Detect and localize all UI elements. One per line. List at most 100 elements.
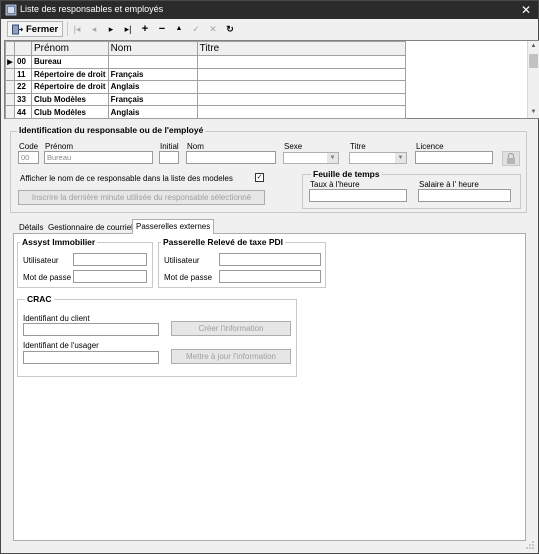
lock-button[interactable] [502, 151, 520, 166]
chevron-down-icon: ▼ [395, 153, 406, 163]
pdi-group-title: Passerelle Relevé de taxe PDI [161, 237, 286, 247]
salaire-label: Salaire à l' heure [419, 180, 479, 189]
nom-label: Nom [187, 142, 204, 151]
initial-label: Initial [160, 142, 179, 151]
prev-record-icon[interactable]: ◂ [86, 21, 102, 37]
refresh-icon[interactable]: ↻ [222, 21, 238, 37]
client-id-field[interactable] [23, 323, 159, 336]
licence-label: Licence [416, 142, 444, 151]
row-code[interactable]: 22 [14, 80, 32, 94]
crac-group-title: CRAC [25, 294, 54, 304]
row-prenom[interactable]: Bureau [31, 55, 109, 69]
row-titre[interactable] [196, 80, 406, 94]
last-record-icon[interactable]: ▸| [120, 21, 136, 37]
current-row-icon: ▶ [5, 55, 15, 69]
grid-vertical-scrollbar[interactable]: ▲ ▼ [527, 41, 539, 118]
fermer-button[interactable]: Fermer [7, 21, 63, 37]
user-id-label: Identifiant de l'usager [23, 341, 99, 350]
row-titre[interactable] [196, 67, 406, 82]
toolbar-separator [67, 22, 68, 36]
row-code[interactable]: 00 [14, 55, 32, 69]
titre-column-header[interactable]: Titre [196, 41, 406, 56]
row-indicator [5, 105, 15, 119]
delete-icon[interactable]: − [154, 21, 170, 37]
inscrire-minute-button[interactable]: Inscrire la dernière minute utilisée du … [18, 190, 265, 205]
title-bar: Liste des responsables et employés ✕ [1, 1, 538, 19]
row-prenom[interactable]: Club Modèles [31, 92, 109, 107]
assyst-user-field[interactable] [73, 253, 147, 266]
row-code[interactable]: 11 [14, 67, 32, 82]
user-id-field[interactable] [23, 351, 159, 364]
code-column-header[interactable] [14, 41, 32, 56]
row-titre[interactable] [196, 105, 406, 119]
assyst-user-label: Utilisateur [23, 256, 59, 265]
pdi-pass-label: Mot de passe [164, 273, 213, 282]
main-window: Liste des responsables et employés ✕ Fer… [0, 0, 539, 554]
pdi-user-field[interactable] [219, 253, 321, 266]
edit-icon[interactable]: ▲ [171, 21, 187, 37]
titre-select[interactable]: ▼ [349, 152, 407, 164]
nom-column-header[interactable]: Nom [107, 41, 198, 56]
taux-field[interactable] [309, 189, 407, 202]
row-nom[interactable]: Anglais [107, 105, 198, 119]
row-nom[interactable]: Français [107, 92, 198, 107]
next-record-icon[interactable]: ▸ [103, 21, 119, 37]
timesheet-group-title: Feuille de temps [311, 169, 382, 179]
code-label: Code [19, 142, 39, 151]
first-record-icon[interactable]: |◂ [69, 21, 85, 37]
initial-field[interactable] [159, 151, 179, 164]
row-nom[interactable]: Anglais [107, 80, 198, 94]
row-indicator [5, 80, 15, 94]
table-row[interactable]: 11 Répertoire de droit Français [5, 67, 406, 82]
row-prenom[interactable]: Répertoire de droit [31, 80, 109, 94]
assyst-pass-field[interactable] [73, 270, 147, 283]
pdi-pass-field[interactable] [219, 270, 321, 283]
row-indicator [5, 92, 15, 107]
row-nom[interactable]: Français [107, 67, 198, 82]
row-titre[interactable] [196, 55, 406, 69]
crac-group [17, 299, 297, 377]
salaire-field[interactable] [418, 189, 511, 202]
scroll-down-icon[interactable]: ▼ [528, 107, 539, 118]
row-titre[interactable] [196, 92, 406, 107]
chevron-down-icon: ▼ [327, 153, 338, 163]
app-icon [5, 4, 17, 16]
row-nom[interactable] [107, 55, 198, 69]
titre-label: Titre [350, 142, 366, 151]
prenom-column-header[interactable]: Prénom [31, 41, 109, 56]
identification-group-title: Identification du responsable ou de l'em… [17, 125, 206, 135]
assyst-group-title: Assyst Immobilier [20, 237, 98, 247]
table-row[interactable]: 44 Club Modèles Anglais [5, 105, 406, 119]
toolbar: Fermer |◂ ◂ ▸ ▸| + − ▲ ✓ ✕ ↻ [3, 20, 536, 38]
resize-grip-icon[interactable] [525, 540, 535, 550]
create-info-button[interactable]: Créer l'information [171, 321, 291, 336]
row-code[interactable]: 44 [14, 105, 32, 119]
close-window-button[interactable]: ✕ [518, 2, 534, 18]
row-prenom[interactable]: Club Modèles [31, 105, 109, 119]
update-info-button[interactable]: Mettre à jour l'information [171, 349, 291, 364]
window-title: Liste des responsables et employés [20, 4, 164, 14]
assyst-pass-label: Mot de passe [23, 273, 72, 282]
code-field[interactable]: 00 [18, 151, 39, 164]
employees-grid[interactable]: Prénom Nom Titre ▶ 00 Bureau 11 Répertoi… [4, 40, 539, 119]
table-row[interactable]: 33 Club Modèles Français [5, 92, 406, 107]
scroll-up-icon[interactable]: ▲ [528, 41, 539, 52]
scroll-thumb[interactable] [529, 54, 538, 68]
row-code[interactable]: 33 [14, 92, 32, 107]
fermer-label: Fermer [26, 24, 59, 35]
show-name-checkbox[interactable]: ✓ [255, 173, 264, 182]
post-icon[interactable]: ✓ [188, 21, 204, 37]
sexe-label: Sexe [284, 142, 303, 151]
tab-passerelles-externes[interactable]: Passerelles externes [132, 219, 215, 234]
prenom-field[interactable]: Bureau [44, 151, 153, 164]
table-row[interactable]: ▶ 00 Bureau [5, 55, 406, 69]
row-prenom[interactable]: Répertoire de droit [31, 67, 109, 82]
indicator-header [5, 41, 15, 56]
licence-field[interactable] [415, 151, 493, 164]
sexe-select[interactable]: ▼ [283, 152, 339, 164]
add-icon[interactable]: + [137, 21, 153, 37]
cancel-icon[interactable]: ✕ [205, 21, 221, 37]
nom-field[interactable] [186, 151, 276, 164]
table-row[interactable]: 22 Répertoire de droit Anglais [5, 80, 406, 94]
pdi-user-label: Utilisateur [164, 256, 200, 265]
